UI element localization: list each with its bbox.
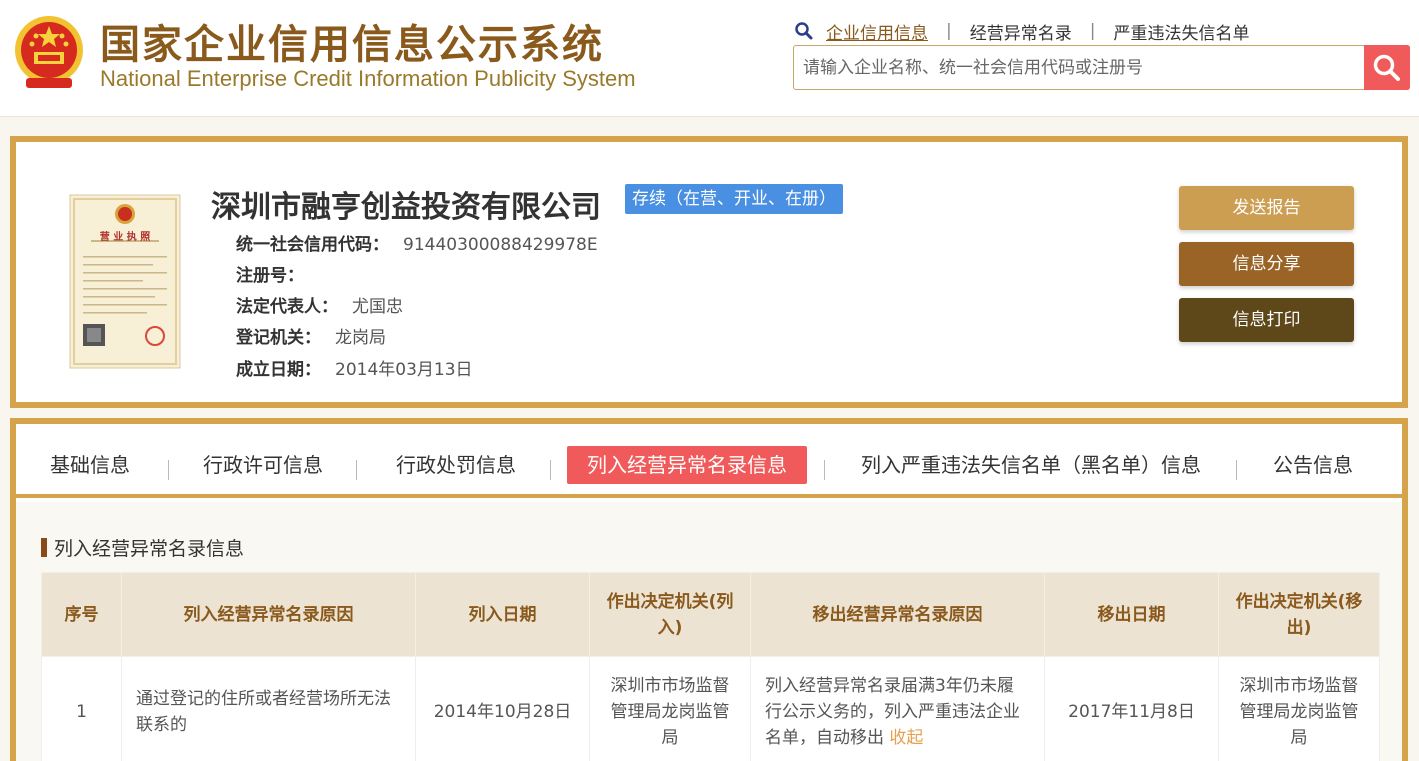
tab-separator <box>550 460 551 480</box>
tab-separator <box>1236 460 1237 480</box>
established-date-row: 成立日期： 2014年03月13日 <box>236 355 473 380</box>
registration-authority-label: 登记机关： <box>236 328 321 348</box>
status-badge: 存续（在营、开业、在册） <box>625 184 843 214</box>
send-report-button[interactable]: 发送报告 <box>1179 186 1354 230</box>
nav-enterprise-credit[interactable]: 企业信用信息 <box>826 19 928 44</box>
top-nav: 企业信用信息 | 经营异常名录 | 严重违法失信名单 <box>794 19 1249 44</box>
search-input[interactable] <box>794 46 1364 89</box>
search-button[interactable] <box>1364 45 1410 90</box>
cell-authority-out: 深圳市市场监督管理局龙岗监管局 <box>1218 656 1380 761</box>
national-emblem-icon <box>15 16 83 88</box>
company-card: 营 业 执 照 深圳市融亨创益投资有限公司 存续（在营、开业、在册） 统一社会信… <box>10 136 1408 408</box>
print-info-button[interactable]: 信息打印 <box>1179 298 1354 342</box>
column-header: 列入日期 <box>415 572 590 657</box>
tab-announcements[interactable]: 公告信息 <box>1273 446 1353 484</box>
established-date-value: 2014年03月13日 <box>335 360 473 380</box>
legal-rep-value: 尤国忠 <box>352 297 403 317</box>
legal-rep-label: 法定代表人： <box>236 297 338 317</box>
credit-code-row: 统一社会信用代码： 91440300088429978E <box>236 230 598 255</box>
column-header: 列入经营异常名录原因 <box>121 572 416 657</box>
registration-authority-value: 龙岗局 <box>335 328 386 348</box>
section-marker <box>41 538 47 557</box>
cell-reason-out: 列入经营异常名录届满3年仍未履行公示义务的，列入严重违法企业名单，自动移出 收起 <box>750 656 1045 761</box>
license-image-icon <box>69 194 181 369</box>
search-box <box>793 45 1410 90</box>
section-heading: 列入经营异常名录信息 <box>41 534 244 561</box>
cell-date-out: 2017年11月8日 <box>1044 656 1219 761</box>
established-date-label: 成立日期： <box>236 360 321 380</box>
magnifier-icon <box>795 22 813 40</box>
license-title: 营 业 执 照 <box>99 232 151 243</box>
column-header: 移出日期 <box>1044 572 1219 657</box>
cell-authority-in: 深圳市市场监督管理局龙岗监管局 <box>589 656 751 761</box>
column-header: 序号 <box>41 572 122 657</box>
tab-abnormal-list[interactable]: 列入经营异常名录信息 <box>567 446 807 484</box>
tab-admin-license[interactable]: 行政许可信息 <box>203 446 323 484</box>
table-row: 1 通过登记的住所或者经营场所无法联系的 2014年10月28日 深圳市市场监督… <box>41 656 1380 761</box>
column-header: 移出经营异常名录原因 <box>750 572 1045 657</box>
cell-index: 1 <box>41 656 122 761</box>
info-panel: 基础信息 行政许可信息 行政处罚信息 列入经营异常名录信息 列入严重违法失信名单… <box>10 418 1408 761</box>
tab-bar: 基础信息 行政许可信息 行政处罚信息 列入经营异常名录信息 列入严重违法失信名单… <box>16 424 1402 498</box>
registration-number-label: 注册号： <box>236 266 304 286</box>
tab-separator <box>168 460 169 480</box>
nav-blacklist[interactable]: 严重违法失信名单 <box>1113 19 1249 44</box>
credit-code-value: 91440300088429978E <box>403 235 598 255</box>
legal-rep-row: 法定代表人： 尤国忠 <box>236 292 403 317</box>
company-name: 深圳市融亨创益投资有限公司 <box>211 190 601 225</box>
tab-blacklist[interactable]: 列入严重违法失信名单（黑名单）信息 <box>861 446 1201 484</box>
tab-separator <box>824 460 825 480</box>
nav-separator: | <box>1089 21 1096 41</box>
section-title: 列入经营异常名录信息 <box>54 538 245 560</box>
site-title-english: National Enterprise Credit Information P… <box>100 66 636 91</box>
cell-reason-in: 通过登记的住所或者经营场所无法联系的 <box>121 656 416 761</box>
tab-separator <box>356 460 357 480</box>
nav-abnormal-list[interactable]: 经营异常名录 <box>970 19 1072 44</box>
registration-number-row: 注册号： <box>236 261 318 286</box>
site-title: 国家企业信用信息公示系统 <box>100 22 604 68</box>
business-license-thumbnail[interactable]: 营 业 执 照 <box>69 194 181 369</box>
tab-admin-penalty[interactable]: 行政处罚信息 <box>396 446 516 484</box>
cell-date-in: 2014年10月28日 <box>415 656 590 761</box>
column-header: 作出决定机关(列入) <box>589 572 751 657</box>
abnormal-list-table: 序号 列入经营异常名录原因 列入日期 作出决定机关(列入) 移出经营异常名录原因… <box>41 572 1380 761</box>
tab-content: 列入经营异常名录信息 序号 列入经营异常名录原因 列入日期 作出决定机关(列入)… <box>16 502 1402 761</box>
site-header: 国家企业信用信息公示系统 National Enterprise Credit … <box>0 0 1419 117</box>
tab-basic-info[interactable]: 基础信息 <box>50 446 130 484</box>
collapse-link[interactable]: 收起 <box>889 728 923 748</box>
column-header: 作出决定机关(移出) <box>1218 572 1380 657</box>
share-info-button[interactable]: 信息分享 <box>1179 242 1354 286</box>
credit-code-label: 统一社会信用代码： <box>236 235 389 255</box>
table-header-row: 序号 列入经营异常名录原因 列入日期 作出决定机关(列入) 移出经营异常名录原因… <box>41 572 1380 657</box>
nav-separator: | <box>946 21 952 41</box>
registration-authority-row: 登记机关： 龙岗局 <box>236 323 386 348</box>
search-icon <box>1373 54 1400 81</box>
